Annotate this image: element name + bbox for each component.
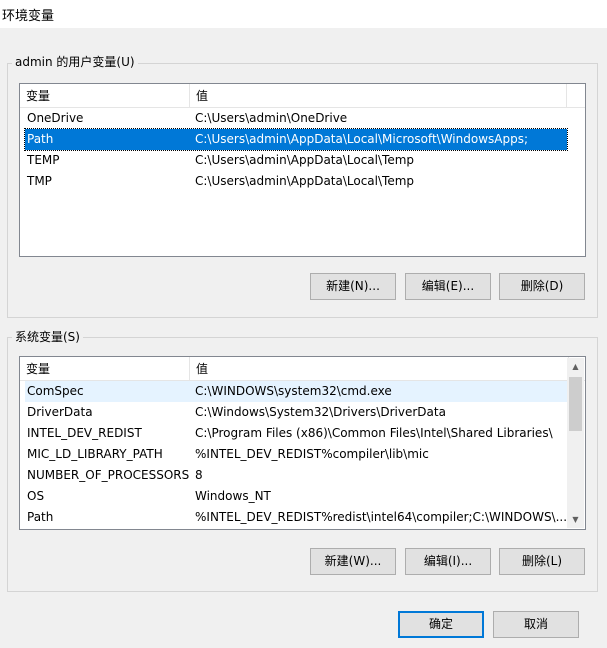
title-bar: 环境变量 (0, 0, 607, 28)
system-var-value-cell: C:\Program Files (x86)\Common Files\Inte… (195, 426, 553, 440)
table-row[interactable]: OneDrive C:\Users\admin\OneDrive (25, 108, 567, 129)
table-row[interactable]: INTEL_DEV_REDIST C:\Program Files (x86)\C… (25, 423, 567, 444)
column-header-variable[interactable]: 变量 (20, 84, 190, 108)
system-var-name-cell: MIC_LD_LIBRARY_PATH (27, 447, 163, 461)
user-var-name-cell: OneDrive (27, 111, 84, 125)
user-vars-list[interactable]: 变量 值 OneDrive C:\Users\admin\OneDrive Path… (19, 83, 586, 257)
table-row[interactable]: Path %INTEL_DEV_REDIST%redist\intel64\com… (25, 507, 567, 528)
system-vars-list[interactable]: 变量 值 ComSpec C:\WINDOWS\system32\cmd.exe D… (19, 356, 586, 530)
user-var-name-cell: Path (27, 132, 54, 146)
ok-button[interactable]: 确定 (398, 611, 484, 638)
user-vars-group-label: admin 的用户变量(U) (12, 55, 138, 69)
system-new-button[interactable]: 新建(W)... (310, 548, 396, 575)
system-var-value-cell: %INTEL_DEV_REDIST%redist\intel64\compile… (195, 510, 568, 524)
user-edit-button[interactable]: 编辑(E)... (405, 273, 491, 300)
user-vars-header: 变量 值 (20, 84, 585, 108)
system-var-name-cell: NUMBER_OF_PROCESSORS (27, 468, 190, 482)
table-row[interactable]: TMP C:\Users\admin\AppData\Local\Temp (25, 171, 567, 192)
chevron-up-icon[interactable]: ▲ (567, 358, 584, 375)
table-row[interactable]: TEMP C:\Users\admin\AppData\Local\Temp (25, 150, 567, 171)
system-delete-button[interactable]: 删除(L) (499, 548, 585, 575)
system-var-value-cell: C:\WINDOWS\system32\cmd.exe (195, 384, 392, 398)
user-new-button[interactable]: 新建(N)... (310, 273, 396, 300)
system-var-name-cell: INTEL_DEV_REDIST (27, 426, 142, 440)
system-vars-header: 变量 值 (20, 357, 585, 381)
user-var-value-cell: C:\Users\admin\OneDrive (195, 111, 348, 125)
window-title: 环境变量 (2, 9, 55, 24)
system-edit-button[interactable]: 编辑(I)... (405, 548, 491, 575)
system-var-name-cell: ComSpec (27, 384, 84, 398)
user-var-value-cell: C:\Users\admin\AppData\Local\Microsoft\W… (195, 132, 528, 146)
column-header-value[interactable]: 值 (190, 84, 567, 108)
system-var-name-cell: DriverData (27, 405, 93, 419)
column-header-value[interactable]: 值 (190, 357, 569, 381)
user-var-value-cell: C:\Users\admin\AppData\Local\Temp (195, 174, 415, 188)
system-var-name-cell: OS (27, 489, 45, 503)
chevron-down-icon[interactable]: ▼ (567, 511, 584, 528)
table-row[interactable]: DriverData C:\Windows\System32\Drivers\Dr… (25, 402, 567, 423)
user-var-name-cell: TMP (27, 174, 52, 188)
cancel-button[interactable]: 取消 (493, 611, 579, 638)
system-var-value-cell: Windows_NT (195, 489, 271, 503)
system-vars-scrollbar[interactable]: ▲ ▼ (567, 358, 584, 528)
table-row[interactable]: NUMBER_OF_PROCESSORS 8 (25, 465, 567, 486)
user-delete-button[interactable]: 删除(D) (499, 273, 585, 300)
table-row[interactable]: ComSpec C:\WINDOWS\system32\cmd.exe (25, 381, 567, 402)
system-var-value-cell: C:\Windows\System32\Drivers\DriverData (195, 405, 446, 419)
user-var-value-cell: C:\Users\admin\AppData\Local\Temp (195, 153, 415, 167)
system-var-value-cell: %INTEL_DEV_REDIST%compiler\lib\mic (195, 447, 429, 461)
system-var-value-cell: 8 (195, 468, 203, 482)
system-var-name-cell: Path (27, 510, 54, 524)
table-row[interactable]: OS Windows_NT (25, 486, 567, 507)
table-row[interactable]: Path C:\Users\admin\AppData\Local\Microso… (24, 128, 568, 151)
scrollbar-thumb[interactable] (569, 377, 582, 431)
table-row[interactable]: MIC_LD_LIBRARY_PATH %INTEL_DEV_REDIST%com… (25, 444, 567, 465)
user-var-name-cell: TEMP (27, 153, 60, 167)
column-header-variable[interactable]: 变量 (20, 357, 190, 381)
system-vars-group-label: 系统变量(S) (12, 330, 83, 344)
